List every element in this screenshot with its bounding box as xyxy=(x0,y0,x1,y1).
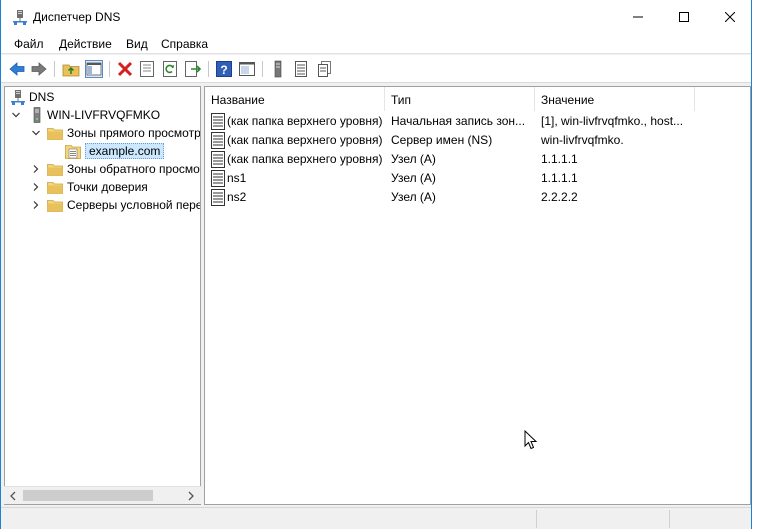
record-name: (как папка верхнего уровня) xyxy=(227,152,383,166)
export-list-icon[interactable] xyxy=(184,60,202,78)
tree-label: DNS xyxy=(29,90,55,104)
tree-label: Зоны обратного просмотра xyxy=(67,162,200,176)
record-type: Узел (A) xyxy=(391,171,436,185)
console-tree[interactable]: DNS WIN-LIVFRVQFMKO Зоны прямого просмот… xyxy=(4,86,201,505)
zone-icon xyxy=(65,144,81,159)
help-icon[interactable]: ? xyxy=(215,60,233,78)
chevron-down-icon[interactable] xyxy=(31,128,41,138)
folder-icon xyxy=(47,127,63,140)
record-icon xyxy=(211,151,225,168)
svg-text:?: ? xyxy=(220,63,227,77)
record-name: (как папка верхнего уровня) xyxy=(227,133,383,147)
status-divider xyxy=(536,510,537,528)
tree-node-dns[interactable]: DNS xyxy=(11,88,54,106)
scroll-left-icon[interactable] xyxy=(9,491,17,501)
minimize-icon xyxy=(633,16,643,18)
forward-arrow-icon[interactable] xyxy=(30,60,48,78)
record-name: (как папка верхнего уровня) xyxy=(227,114,383,128)
delete-icon[interactable] xyxy=(116,60,134,78)
table-row[interactable]: ns1 Узел (A) 1.1.1.1 xyxy=(205,169,750,188)
record-type: Сервер имен (NS) xyxy=(391,133,493,147)
column-header-value[interactable]: Значение xyxy=(535,87,695,111)
table-row[interactable]: (как папка верхнего уровня) Сервер имен … xyxy=(205,131,750,150)
up-folder-icon[interactable] xyxy=(62,60,80,78)
record-value: win-livfrvqfmko. xyxy=(541,133,624,147)
tree-label: Точки доверия xyxy=(67,180,148,194)
record-name: ns2 xyxy=(227,190,247,204)
menu-help[interactable]: Справка xyxy=(161,37,208,51)
record-value: 1.1.1.1 xyxy=(541,152,578,166)
chevron-right-icon[interactable] xyxy=(31,200,41,210)
tree-label: Зоны прямого просмотра xyxy=(67,126,201,140)
server-icon xyxy=(33,107,41,123)
tree-label: Серверы условной пересылки xyxy=(67,198,201,212)
table-row[interactable]: (как папка верхнего уровня) Начальная за… xyxy=(205,112,750,131)
column-header-type[interactable]: Тип xyxy=(385,87,535,111)
dns-server-icon xyxy=(11,89,25,105)
server-status-icon[interactable] xyxy=(269,60,287,78)
toolbar: ? xyxy=(1,55,751,83)
toolbar-separator xyxy=(109,61,110,77)
record-list-icon[interactable] xyxy=(292,60,310,78)
tree-node-reverse-zones[interactable]: Зоны обратного просмотра xyxy=(31,160,200,178)
dns-manager-window: Диспетчер DNS Файл Действие Вид Справка xyxy=(0,0,752,529)
toolbar-separator xyxy=(262,61,263,77)
menu-view[interactable]: Вид xyxy=(126,37,148,51)
minimize-button[interactable] xyxy=(615,0,661,34)
properties-icon[interactable] xyxy=(138,60,156,78)
menu-action[interactable]: Действие xyxy=(59,37,112,51)
tree-node-server[interactable]: WIN-LIVFRVQFMKO xyxy=(11,106,160,124)
menu-file[interactable]: Файл xyxy=(14,37,44,51)
record-icon xyxy=(211,189,225,206)
tree-horizontal-scrollbar[interactable] xyxy=(4,486,201,504)
window-title: Диспетчер DNS xyxy=(33,10,121,24)
show-action-pane-icon[interactable] xyxy=(238,60,256,78)
toolbar-separator xyxy=(54,61,55,77)
show-hide-console-tree-icon[interactable] xyxy=(85,60,103,78)
tree-node-example-com[interactable]: example.com xyxy=(65,142,165,160)
maximize-button[interactable] xyxy=(661,0,707,34)
records-list[interactable]: Название Тип Значение (как папка верхнег… xyxy=(204,86,751,505)
multiple-records-icon[interactable] xyxy=(315,60,333,78)
record-value: 1.1.1.1 xyxy=(541,171,578,185)
record-value: 2.2.2.2 xyxy=(541,190,578,204)
record-icon xyxy=(211,132,225,149)
tree-label: WIN-LIVFRVQFMKO xyxy=(47,108,161,122)
status-bar xyxy=(1,507,751,529)
record-type: Начальная запись зон... xyxy=(391,114,526,128)
scroll-thumb[interactable] xyxy=(23,490,153,501)
back-arrow-icon[interactable] xyxy=(8,60,26,78)
record-value: [1], win-livfrvqfmko., host... xyxy=(541,114,684,128)
record-icon xyxy=(211,170,225,187)
record-type: Узел (A) xyxy=(391,190,436,204)
table-row[interactable]: (как папка верхнего уровня) Узел (A) 1.1… xyxy=(205,150,750,169)
tree-node-conditional-forwarders[interactable]: Серверы условной пересылки xyxy=(31,196,201,214)
record-icon xyxy=(211,113,225,130)
chevron-right-icon[interactable] xyxy=(31,182,41,192)
close-icon xyxy=(725,12,735,22)
chevron-right-icon[interactable] xyxy=(31,164,41,174)
record-name: ns1 xyxy=(227,171,247,185)
title-bar[interactable]: Диспетчер DNS xyxy=(1,0,751,34)
mouse-cursor-icon xyxy=(524,430,538,450)
column-header-name[interactable]: Название xyxy=(205,87,385,111)
tree-label-selected: example.com xyxy=(85,143,165,159)
refresh-icon[interactable] xyxy=(161,60,179,78)
menu-bar: Файл Действие Вид Справка xyxy=(1,34,751,54)
record-type: Узел (A) xyxy=(391,152,436,166)
folder-icon xyxy=(47,163,63,176)
folder-icon xyxy=(47,199,63,212)
chevron-down-icon[interactable] xyxy=(11,110,21,120)
dns-app-icon xyxy=(13,10,27,25)
maximize-icon xyxy=(679,12,689,22)
tree-node-trust-points[interactable]: Точки доверия xyxy=(31,178,148,196)
table-row[interactable]: ns2 Узел (A) 2.2.2.2 xyxy=(205,188,750,207)
toolbar-separator xyxy=(208,61,209,77)
scroll-right-icon[interactable] xyxy=(187,491,195,501)
status-divider xyxy=(669,510,670,528)
folder-icon xyxy=(47,181,63,194)
tree-node-forward-zones[interactable]: Зоны прямого просмотра xyxy=(31,124,201,142)
close-button[interactable] xyxy=(707,0,753,34)
